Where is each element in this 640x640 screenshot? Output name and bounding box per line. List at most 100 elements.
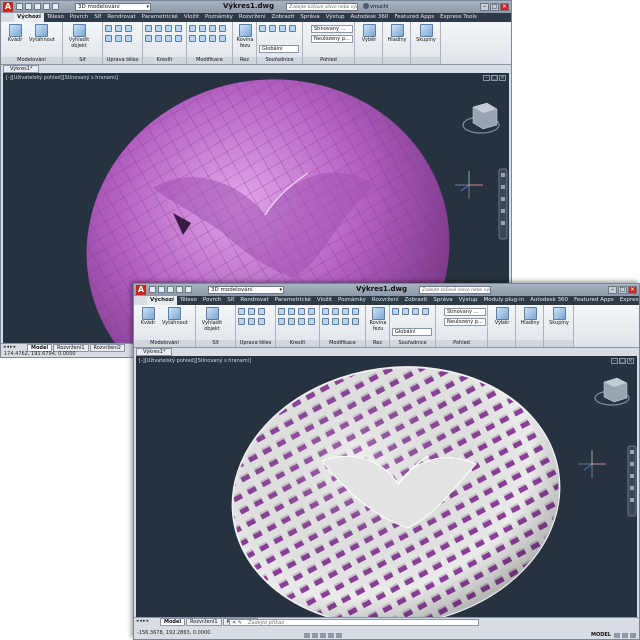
file-tab[interactable]: Výkres1* xyxy=(3,65,40,73)
ortho-toggle-icon[interactable] xyxy=(320,633,326,638)
shell-icon[interactable] xyxy=(125,35,132,42)
redo-icon[interactable] xyxy=(185,286,192,293)
panel-label[interactable]: Pohled xyxy=(303,57,354,64)
tab-vystup[interactable]: Výstup xyxy=(323,13,348,22)
new-icon[interactable] xyxy=(16,3,23,10)
panel-label[interactable]: Řez xyxy=(366,340,389,347)
annotation-scale-icon[interactable] xyxy=(614,633,620,638)
workspace-dropdown[interactable]: 3D modelování xyxy=(75,3,151,11)
circle-icon[interactable] xyxy=(165,25,172,32)
layers-button[interactable]: Hladiny xyxy=(385,24,409,44)
maximize-button[interactable]: □ xyxy=(618,286,627,294)
tab-layout1[interactable]: Rozvržení1 xyxy=(186,618,222,626)
chamfer-icon[interactable] xyxy=(248,318,255,325)
snap-toggle-icon[interactable] xyxy=(312,633,318,638)
ucs-face-icon[interactable] xyxy=(289,25,296,32)
tab-sprava[interactable]: Správa xyxy=(430,296,455,305)
scale-icon[interactable] xyxy=(209,25,216,32)
panel-label[interactable]: Síť xyxy=(196,340,235,347)
tab-poznamky[interactable]: Poznámky xyxy=(202,13,236,22)
subtract-icon[interactable] xyxy=(248,308,255,315)
line-icon[interactable] xyxy=(145,25,152,32)
rectangle-icon[interactable] xyxy=(278,318,285,325)
select-button[interactable]: Výběr xyxy=(490,307,514,327)
tab-layout2[interactable]: Rozvržení2 xyxy=(89,344,125,352)
ucs-icon[interactable] xyxy=(259,25,266,32)
maximize-button[interactable]: □ xyxy=(490,3,499,11)
open-icon[interactable] xyxy=(25,3,32,10)
fillet-icon[interactable] xyxy=(238,318,245,325)
offset-icon[interactable] xyxy=(199,35,206,42)
line-icon[interactable] xyxy=(278,308,285,315)
intersect-icon[interactable] xyxy=(258,308,265,315)
tab-zobrazit[interactable]: Zobrazit xyxy=(269,13,298,22)
polygon-icon[interactable] xyxy=(155,35,162,42)
tab-vychozi[interactable]: Výchozí xyxy=(147,296,177,305)
search-input[interactable]: Zadejte klíčové slovo nebo výraz xyxy=(419,286,491,294)
tab-express-tools[interactable]: Express Tools xyxy=(437,13,480,22)
ellipse-icon[interactable] xyxy=(175,35,182,42)
rotate-icon[interactable] xyxy=(332,308,339,315)
smooth-button[interactable]: Vyhladit objekt xyxy=(67,24,91,49)
next-icon[interactable]: ▸ xyxy=(143,619,146,624)
tab-poznamky[interactable]: Poznámky xyxy=(335,296,369,305)
select-button[interactable]: Výběr xyxy=(357,24,381,44)
intersect-icon[interactable] xyxy=(125,25,132,32)
tab-autodesk360[interactable]: Autodesk 360 xyxy=(527,296,571,305)
grid-toggle-icon[interactable] xyxy=(304,633,310,638)
prev-icon[interactable]: ◂ xyxy=(7,345,10,350)
workspace-switch-icon[interactable] xyxy=(622,633,628,638)
rectangle-icon[interactable] xyxy=(145,35,152,42)
tab-rozvrzeni[interactable]: Rozvržení xyxy=(369,296,402,305)
panel-label[interactable]: Modifikace xyxy=(187,57,232,64)
ellipse-icon[interactable] xyxy=(308,318,315,325)
polar-toggle-icon[interactable] xyxy=(328,633,334,638)
redo-icon[interactable] xyxy=(52,3,59,10)
view-dropdown[interactable]: Neulozený p... xyxy=(444,318,486,326)
visual-style-dropdown[interactable]: Stínovaný ... xyxy=(444,308,486,316)
groups-button[interactable]: Skupiny xyxy=(547,307,571,327)
visual-style-dropdown[interactable]: Stínovaný ... xyxy=(311,25,353,33)
viewcube-icon[interactable] xyxy=(594,377,630,406)
user-signin[interactable]: vmuchl xyxy=(363,3,388,11)
tab-teleso[interactable]: Těleso xyxy=(44,13,67,22)
extrude-button[interactable]: Vytáhnout xyxy=(29,24,55,44)
array-icon[interactable] xyxy=(322,318,329,325)
last-icon[interactable]: ▸ xyxy=(147,619,150,624)
coordinates-readout[interactable]: 174.4762, 191.6794, 0.0000 xyxy=(4,351,76,357)
scale-icon[interactable] xyxy=(342,308,349,315)
layers-button[interactable]: Hladiny xyxy=(518,307,542,327)
tab-express-tools[interactable]: Express Tools xyxy=(617,296,639,305)
subtract-icon[interactable] xyxy=(115,25,122,32)
panel-label[interactable]: Síť xyxy=(63,57,102,64)
panel-label[interactable]: Modifikace xyxy=(320,340,365,347)
new-icon[interactable] xyxy=(149,286,156,293)
tab-povrch[interactable]: Povrch xyxy=(67,13,91,22)
fillet-icon[interactable] xyxy=(105,35,112,42)
tab-vlozit[interactable]: Vložit xyxy=(181,13,202,22)
polyline-icon[interactable] xyxy=(155,25,162,32)
minimize-button[interactable]: – xyxy=(608,286,617,294)
panel-label[interactable]: Řez xyxy=(233,57,256,64)
mirror-icon[interactable] xyxy=(219,25,226,32)
tab-vlozit[interactable]: Vložit xyxy=(314,296,335,305)
save-icon[interactable] xyxy=(167,286,174,293)
coordinates-readout[interactable]: -156.3678, 192.2863, 0.0000 xyxy=(137,630,210,636)
navbar-icon[interactable] xyxy=(498,168,508,240)
next-icon[interactable]: ▸ xyxy=(10,345,13,350)
spline-icon[interactable] xyxy=(298,318,305,325)
ucs-3point-icon[interactable] xyxy=(279,25,286,32)
union-icon[interactable] xyxy=(105,25,112,32)
open-icon[interactable] xyxy=(158,286,165,293)
ucs-origin-icon[interactable] xyxy=(269,25,276,32)
view-dropdown[interactable]: Neulozený p... xyxy=(311,35,353,43)
panel-label[interactable]: Modelování xyxy=(134,340,195,347)
navbar-icon[interactable] xyxy=(627,445,637,517)
search-input[interactable]: Zadejte klíčové slovo nebo výraz xyxy=(286,3,358,11)
undo-icon[interactable] xyxy=(43,3,50,10)
trim-icon[interactable] xyxy=(342,318,349,325)
panel-label[interactable]: Modelování xyxy=(1,57,62,64)
minimize-button[interactable]: – xyxy=(480,3,489,11)
world-dropdown[interactable]: Globální xyxy=(259,45,299,53)
array-icon[interactable] xyxy=(189,35,196,42)
